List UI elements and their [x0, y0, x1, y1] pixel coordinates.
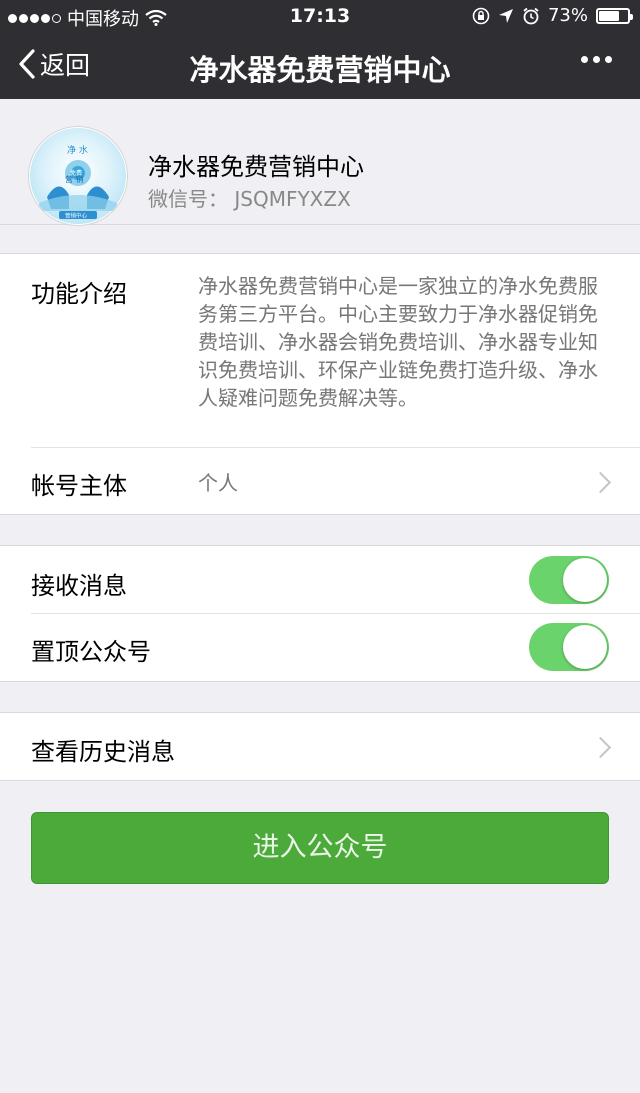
- account-subject-row[interactable]: 帐号主体 个人: [0, 448, 640, 514]
- alarm-icon: [523, 7, 539, 24]
- status-right: 73%: [472, 5, 633, 26]
- more-button[interactable]: [581, 56, 612, 63]
- nav-bar: 返回 净水器免费营销中心: [0, 32, 640, 99]
- battery-icon: [596, 7, 633, 24]
- receive-messages-toggle[interactable]: [529, 556, 609, 604]
- chevron-right-icon: [589, 736, 612, 759]
- profile-section: 净 水 营 销 免费 营销中心 净水器免费营销中心 微信号： JSQMFYXZX: [0, 99, 640, 226]
- avatar-text-line1: 净 水: [67, 144, 88, 156]
- history-group: 查看历史消息: [0, 712, 640, 781]
- view-history-label: 查看历史消息: [31, 738, 175, 766]
- orientation-lock-icon: [472, 7, 490, 24]
- intro-row: 功能介绍 净水器免费营销中心是一家独立的净水免费服务第三方平台。中心主要致力于净…: [0, 254, 640, 447]
- settings-group: 接收消息 置顶公众号: [0, 545, 640, 682]
- info-group: 功能介绍 净水器免费营销中心是一家独立的净水免费服务第三方平台。中心主要致力于净…: [0, 253, 640, 515]
- status-bar: 中国移动 17:13 73%: [0, 0, 640, 32]
- avatar-text-bottom: 营销中心: [65, 212, 88, 220]
- account-subject-label: 帐号主体: [31, 472, 127, 500]
- location-arrow-icon: [498, 8, 513, 23]
- toggle-knob: [563, 558, 607, 602]
- wechat-id: 微信号： JSQMFYXZX: [148, 187, 351, 211]
- avatar-text-line3: 免费: [70, 169, 82, 177]
- chevron-right-icon: [589, 471, 612, 494]
- receive-messages-row: 接收消息: [0, 546, 640, 613]
- battery-percent: 73%: [547, 5, 588, 26]
- more-dots-icon: [581, 56, 588, 63]
- account-name: 净水器免费营销中心: [148, 153, 364, 181]
- intro-label: 功能介绍: [31, 280, 127, 308]
- intro-text: 净水器免费营销中心是一家独立的净水免费服务第三方平台。中心主要致力于净水器促销免…: [198, 274, 598, 410]
- enter-account-button[interactable]: 进入公众号: [31, 812, 609, 884]
- pin-account-label: 置顶公众号: [31, 638, 151, 666]
- page-title: 净水器免费营销中心: [189, 53, 451, 87]
- toggle-knob: [563, 625, 607, 669]
- header: 中国移动 17:13 73% 返回 净水器免费营销中心: [0, 0, 640, 99]
- avatar: 净 水 营 销 免费 营销中心: [28, 126, 128, 226]
- view-history-row[interactable]: 查看历史消息: [0, 713, 640, 780]
- pin-account-row: 置顶公众号: [0, 614, 640, 681]
- account-subject-value: 个人: [198, 471, 238, 495]
- receive-messages-label: 接收消息: [31, 572, 127, 600]
- battery-fill: [599, 10, 619, 21]
- avatar-logo-icon: 净 水 营 销 免费 营销中心: [30, 128, 126, 224]
- pin-account-toggle[interactable]: [529, 623, 609, 671]
